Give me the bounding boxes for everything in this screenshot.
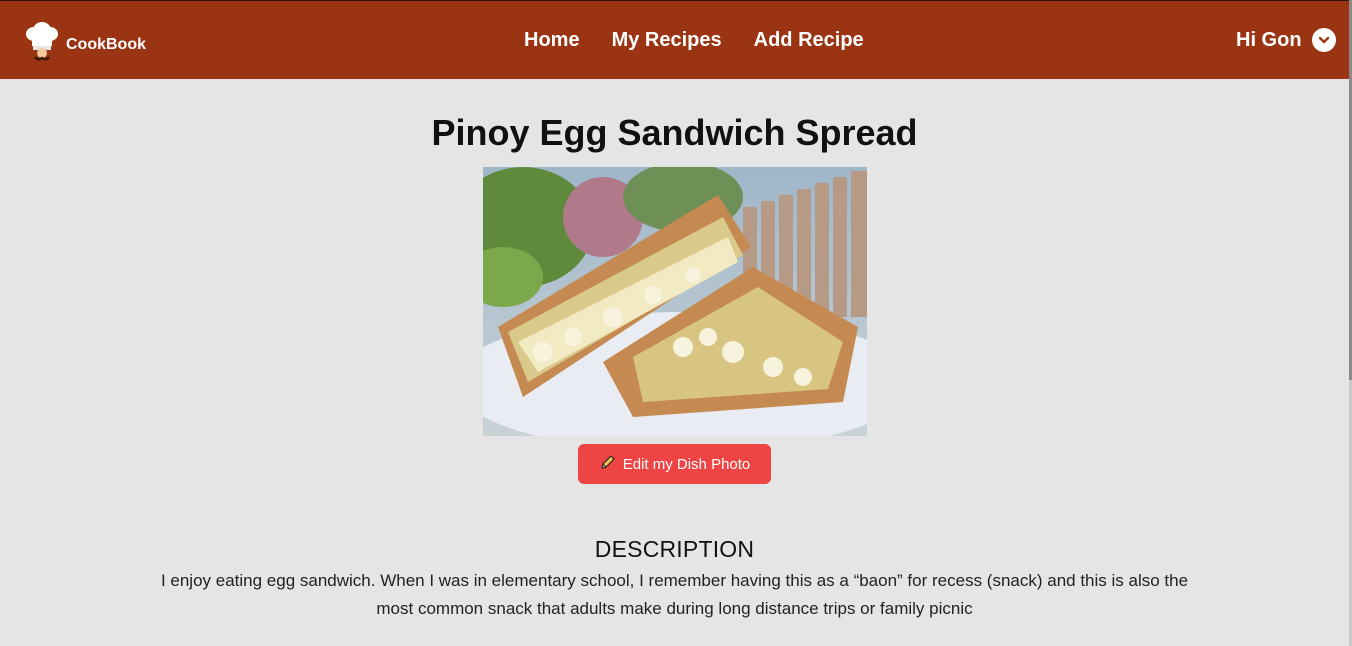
navbar: CookBook Home My Recipes Add Recipe Hi G… [0,0,1349,79]
chef-hat-icon [24,22,60,67]
description-text: I enjoy eating egg sandwich. When I was … [160,571,1189,618]
nav-home-link[interactable]: Home [524,29,580,52]
edit-dish-photo-button[interactable]: Edit my Dish Photo [578,444,771,484]
recipe-title: Pinoy Egg Sandwich Spread [431,112,918,153]
edit-dish-photo-label: Edit my Dish Photo [622,455,751,473]
pencil-icon [599,453,617,475]
brand-name: CookBook [66,35,146,53]
dish-photo [483,167,867,436]
description-heading: DESCRIPTION [594,536,755,562]
nav-my-recipes-link[interactable]: My Recipes [612,29,722,52]
user-menu[interactable]: Hi Gon [1236,28,1336,52]
user-greeting: Hi Gon [1236,28,1302,51]
chevron-down-icon[interactable] [1311,28,1336,52]
nav-add-recipe-link[interactable]: Add Recipe [754,29,864,52]
main-nav: Home My Recipes Add Recipe [524,29,864,52]
brand-link[interactable]: CookBook [24,22,146,67]
